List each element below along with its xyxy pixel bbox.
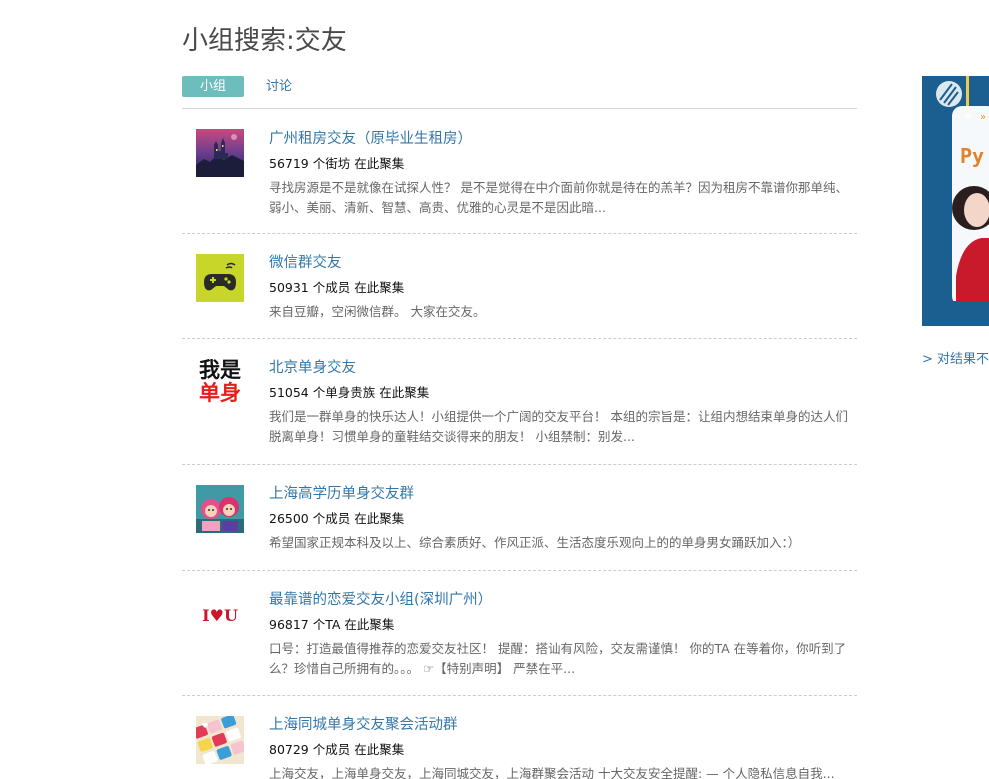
result-item: 上海高学历单身交友群 26500 个成员 在此聚集 希望国家正规本科及以上、综合… — [182, 465, 857, 571]
page-title: 小组搜索:交友 — [182, 26, 347, 56]
result-title-link[interactable]: 广州租房交友（原毕业生租房） — [269, 129, 857, 149]
ad-banner[interactable]: » Py — [922, 76, 989, 326]
result-item: 微信群交友 50931 个成员 在此聚集 来自豆瓣，空闲微信群。 大家在交友。 — [182, 234, 857, 339]
cartoon-couple-icon — [196, 485, 244, 533]
member-count: 51054 个单身贵族 在此聚集 — [269, 385, 430, 400]
group-thumbnail[interactable]: I♥U — [196, 592, 244, 640]
gamepad-icon — [196, 254, 244, 302]
ad-graphic — [922, 76, 989, 326]
result-title-link[interactable]: 最靠谱的恋爱交友小组(深圳广州） — [269, 590, 857, 610]
member-count: 96817 个TA 在此聚集 — [269, 617, 395, 632]
logo-text-icon: 我是 单身 — [199, 359, 241, 405]
member-count: 80729 个成员 在此聚集 — [269, 742, 405, 757]
result-description: 口号：打造最值得推荐的恋爱交友社区！ 提醒：搭讪有风险，交友需谨慎！ 你的TA … — [269, 641, 847, 676]
keyboard-hearts-icon — [196, 716, 244, 764]
result-description: 上海交友，上海单身交友，上海同城交友，上海群聚会活动 十大交友安全提醒: — 个… — [269, 766, 835, 779]
member-count: 56719 个街坊 在此聚集 — [269, 156, 405, 171]
tab-discussions[interactable]: 讨论 — [266, 76, 292, 97]
group-thumbnail[interactable]: 我是 单身 — [196, 359, 244, 407]
result-title-link[interactable]: 北京单身交友 — [269, 358, 857, 378]
result-title-link[interactable]: 上海同城单身交友聚会活动群 — [269, 715, 857, 735]
result-list: 广州租房交友（原毕业生租房） 56719 个街坊 在此聚集 寻找房源是不是就像在… — [182, 110, 857, 779]
group-thumbnail[interactable] — [196, 485, 244, 533]
result-title-link[interactable]: 上海高学历单身交友群 — [269, 484, 857, 504]
feedback-link[interactable]: > 对结果不满意？ — [922, 348, 989, 367]
search-tabs: 小组 讨论 — [182, 76, 857, 109]
group-thumbnail[interactable] — [196, 129, 244, 177]
result-description: 我们是一群单身的快乐达人！小组提供一个广阔的交友平台！ 本组的宗旨是：让组内想结… — [269, 409, 848, 444]
member-count: 50931 个成员 在此聚集 — [269, 280, 405, 295]
result-description: 希望国家正规本科及以上、综合素质好、作风正派、生活态度乐观向上的的单身男女踊跃加… — [269, 535, 801, 550]
group-thumbnail[interactable] — [196, 716, 244, 764]
i-love-u-icon: I♥U — [202, 606, 238, 625]
result-item: 我是 单身 北京单身交友 51054 个单身贵族 在此聚集 我们是一群单身的快乐… — [182, 339, 857, 465]
member-count: 26500 个成员 在此聚集 — [269, 511, 405, 526]
result-description: 来自豆瓣，空闲微信群。 大家在交友。 — [269, 304, 486, 319]
result-title-link[interactable]: 微信群交友 — [269, 253, 857, 273]
tab-groups[interactable]: 小组 — [182, 76, 244, 97]
result-item: 上海同城单身交友聚会活动群 80729 个成员 在此聚集 上海交友，上海单身交友… — [182, 696, 857, 779]
ad-arrows: » — [980, 112, 987, 123]
result-item: I♥U 最靠谱的恋爱交友小组(深圳广州） 96817 个TA 在此聚集 口号：打… — [182, 571, 857, 696]
castle-photo-icon — [196, 129, 244, 177]
result-description: 寻找房源是不是就像在试探人性？ 是不是觉得在中介面前你就是待在的羔羊？因为租房不… — [269, 180, 848, 215]
result-item: 广州租房交友（原毕业生租房） 56719 个街坊 在此聚集 寻找房源是不是就像在… — [182, 110, 857, 234]
ad-text: Py — [960, 144, 985, 168]
group-thumbnail[interactable] — [196, 254, 244, 302]
